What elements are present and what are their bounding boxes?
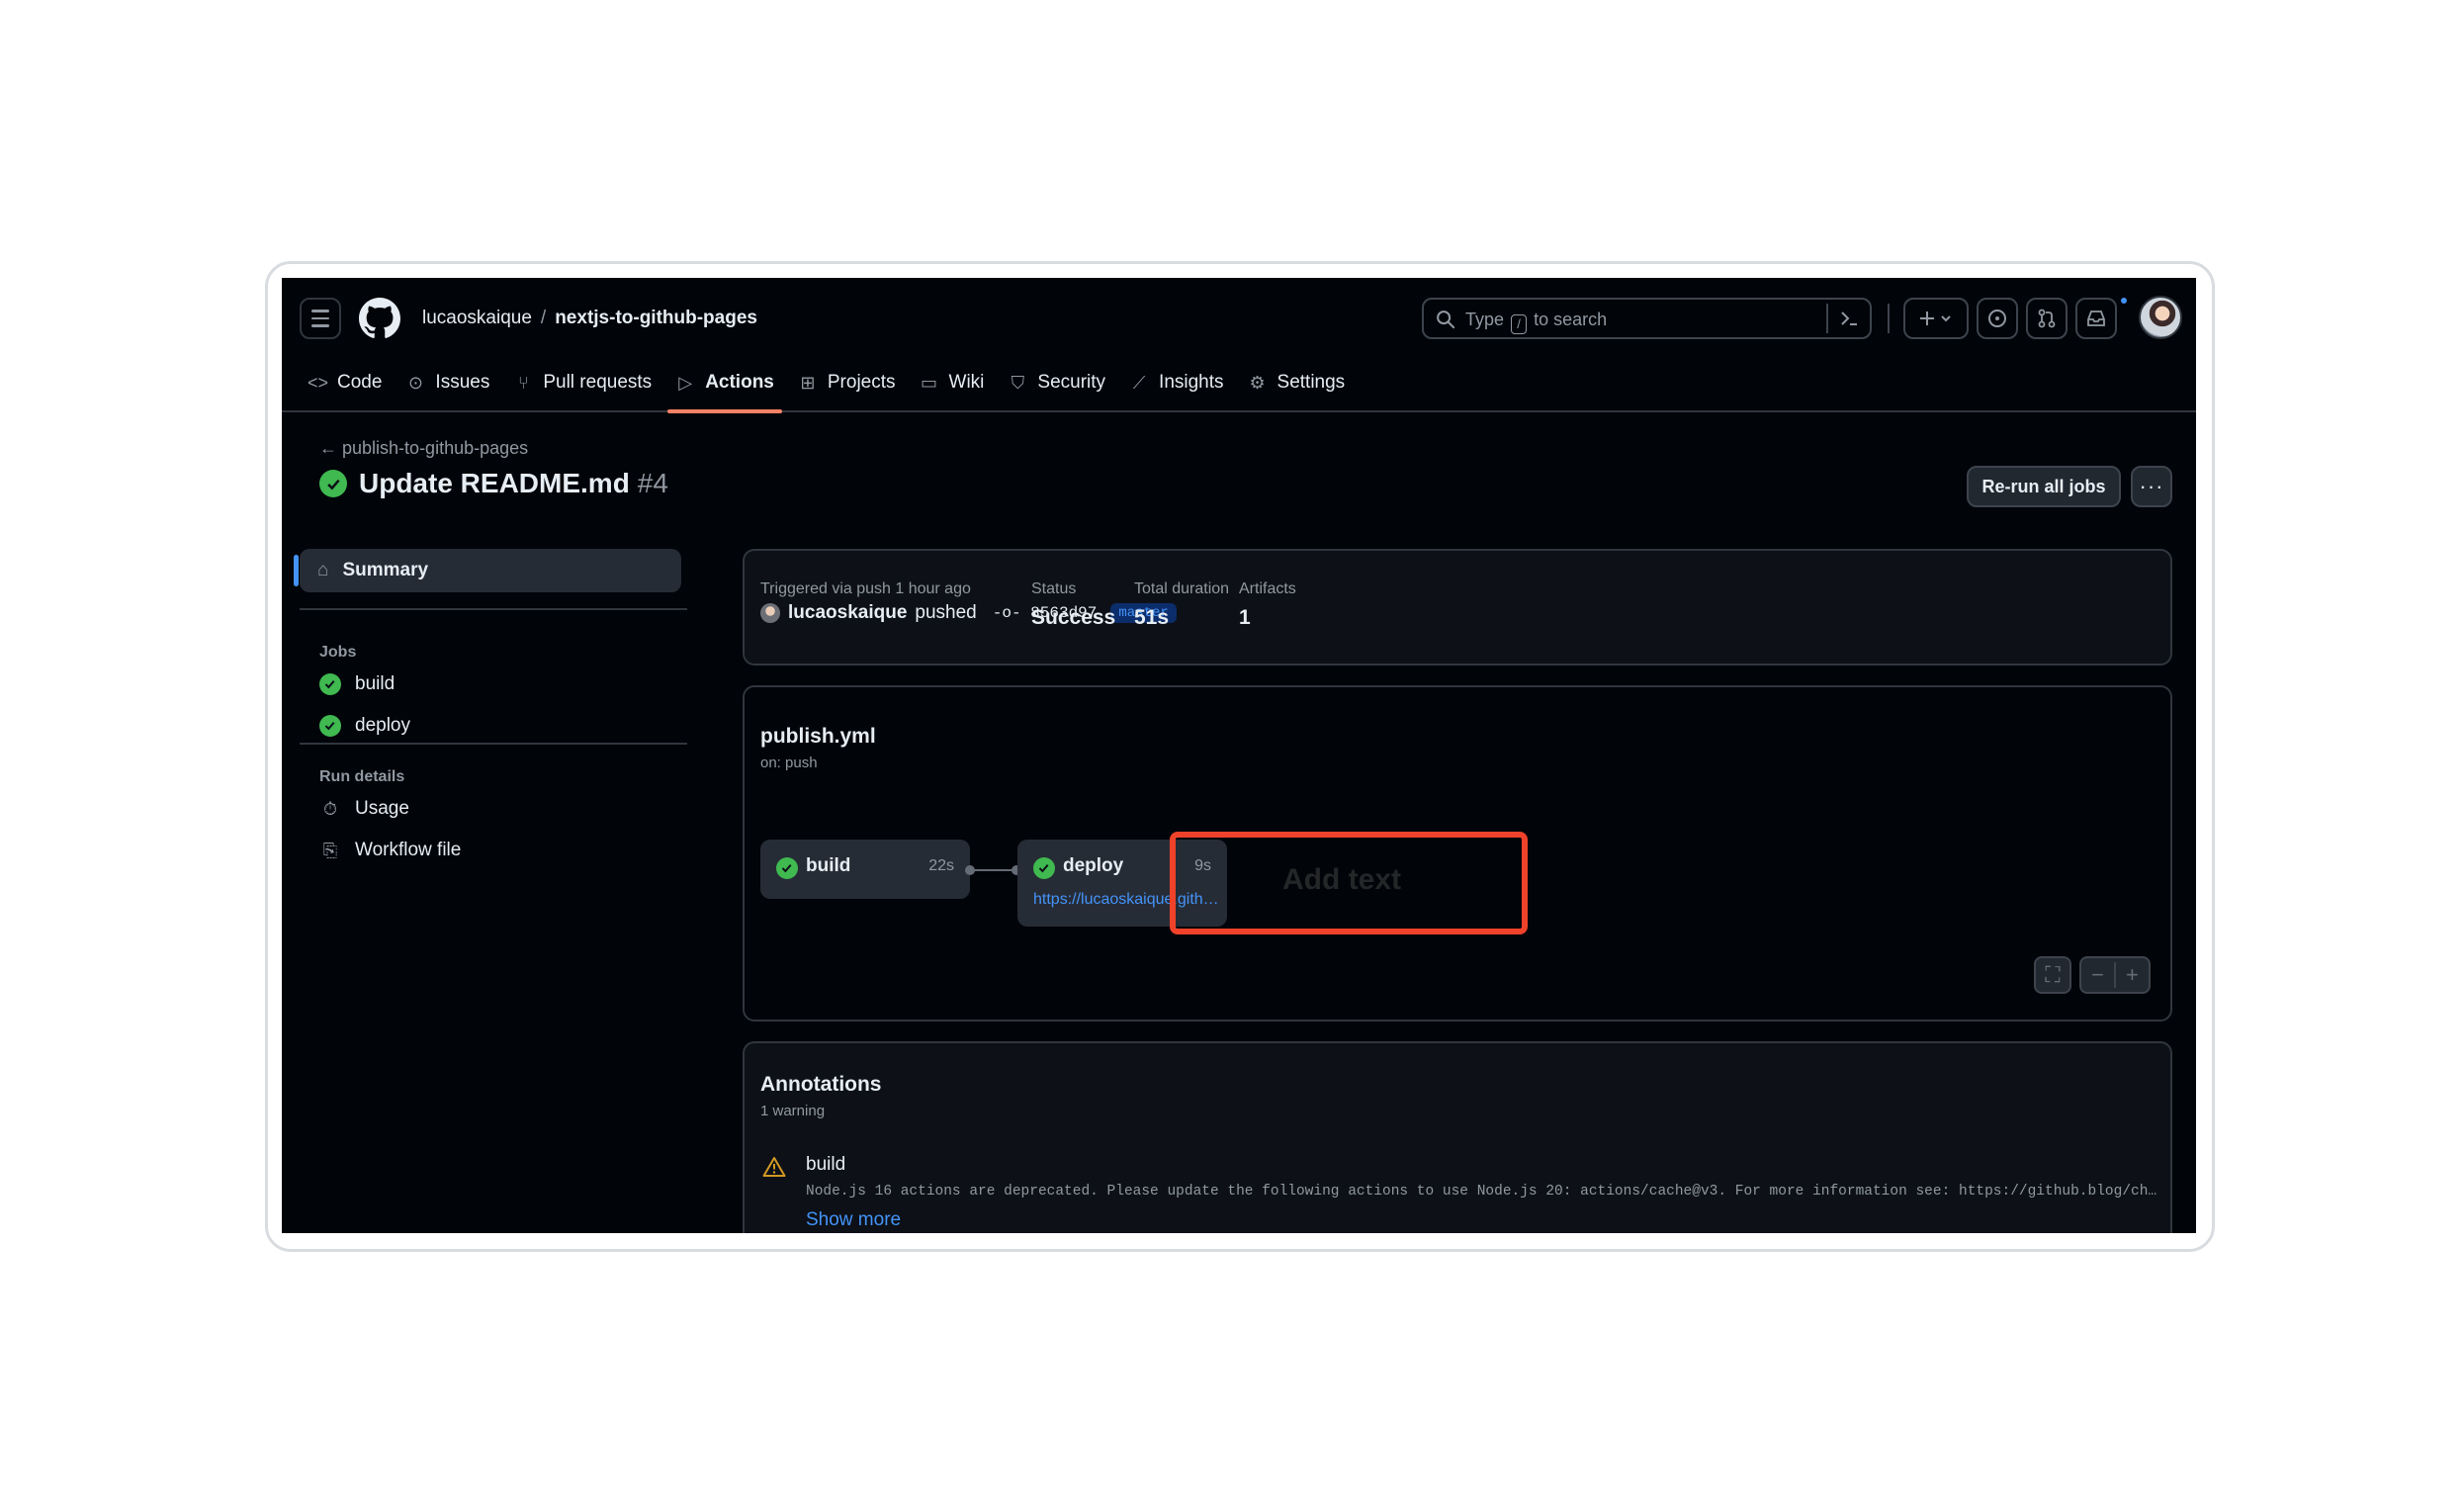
tab-code[interactable]: <> Code <box>296 353 394 412</box>
search-input[interactable]: Type / to search <box>1422 298 1872 339</box>
book-icon: ▭ <box>921 372 938 393</box>
file-code-icon: ⎘ <box>322 840 338 860</box>
tab-security[interactable]: ⛉ Security <box>996 353 1117 412</box>
sidebar-job-deploy[interactable]: deploy <box>319 715 410 737</box>
back-to-workflow-link[interactable]: ← publish-to-github-pages <box>319 438 528 459</box>
arrow-left-icon: ← <box>319 438 337 458</box>
run-title-text: Update README.md <box>359 468 630 498</box>
command-palette-button[interactable] <box>1826 304 1870 333</box>
stopwatch-icon: ⏱ <box>322 798 338 819</box>
search-shortcut-key: / <box>1511 314 1528 334</box>
terminal-icon <box>1841 311 1857 325</box>
inbox-button[interactable] <box>2075 298 2117 339</box>
header-divider <box>1888 304 1890 333</box>
duration-value: 51s <box>1134 606 1170 629</box>
tab-insights[interactable]: ⟋ Insights <box>1117 353 1235 412</box>
sidebar-item-usage[interactable]: ⏱ Usage <box>319 798 409 820</box>
zoom-in-icon[interactable]: + <box>2114 962 2149 988</box>
success-check-icon <box>319 470 347 497</box>
tab-pull-requests[interactable]: ⑂ Pull requests <box>501 353 663 412</box>
menu-icon <box>311 310 329 312</box>
annotations-count: 1 warning <box>760 1103 826 1119</box>
annotation-message: Node.js 16 actions are deprecated. Pleas… <box>806 1184 2160 1200</box>
annotations-title: Annotations <box>760 1073 882 1096</box>
github-logo-icon[interactable] <box>359 298 400 339</box>
inbox-icon <box>2087 311 2105 326</box>
shield-icon: ⛉ <box>1011 372 1025 393</box>
sidebar-divider <box>300 743 687 745</box>
workflow-graph-panel: publish.yml on: push build 22s deploy 9s… <box>743 685 2172 1022</box>
warning-icon <box>762 1157 786 1177</box>
more-options-button[interactable]: ··· <box>2131 466 2172 507</box>
tab-wiki[interactable]: ▭ Wiki <box>908 353 997 412</box>
actor-avatar <box>760 603 780 623</box>
jobs-heading: Jobs <box>319 644 357 661</box>
run-summary-panel: Triggered via push 1 hour ago lucaoskaiq… <box>743 549 2172 666</box>
issues-button[interactable] <box>1977 298 2018 339</box>
actor-link[interactable]: lucaoskaique <box>788 602 907 624</box>
zoom-out-icon[interactable]: − <box>2081 962 2114 988</box>
pull-request-icon: ⑂ <box>517 372 529 393</box>
play-icon: ▷ <box>678 372 693 393</box>
home-icon: ⌂ <box>317 560 329 580</box>
show-more-link[interactable]: Show more <box>806 1209 901 1231</box>
zoom-controls: − + <box>2079 956 2151 994</box>
job-connector <box>970 869 1013 871</box>
gear-icon: ⚙ <box>1249 372 1266 393</box>
success-check-icon <box>1033 857 1055 879</box>
success-check-icon <box>319 673 341 695</box>
success-check-icon <box>776 857 798 879</box>
duration-label: Total duration <box>1134 580 1230 597</box>
issue-icon <box>1988 310 2006 327</box>
fullscreen-button[interactable]: ⛶ <box>2034 956 2071 994</box>
status-label: Status <box>1031 580 1077 597</box>
graph-icon: ⟋ <box>1132 372 1146 393</box>
repo-breadcrumb: lucaoskaique / nextjs-to-github-pages <box>422 308 757 329</box>
fullscreen-icon: ⛶ <box>2045 962 2061 987</box>
annotations-panel: Annotations 1 warning build Node.js 16 a… <box>743 1041 2172 1233</box>
job-node-build[interactable]: build 22s <box>760 840 970 899</box>
repo-link[interactable]: nextjs-to-github-pages <box>555 308 757 328</box>
plus-icon <box>1920 311 1951 325</box>
tab-issues[interactable]: ⊙ Issues <box>394 353 501 412</box>
artifacts-value: 1 <box>1239 606 1251 629</box>
table-icon: ⊞ <box>800 372 816 393</box>
success-check-icon <box>319 715 341 737</box>
top-header: lucaoskaique / nextjs-to-github-pages Type… <box>282 278 2196 413</box>
run-number: #4 <box>637 468 668 498</box>
commit-icon: -o- <box>992 604 1021 622</box>
annotation-job-name[interactable]: build <box>806 1154 845 1176</box>
repo-nav-tabs: <> Code ⊙ Issues ⑂ Pull requests ▷ Actions ⊞… <box>296 353 1358 413</box>
workflow-trigger: on: push <box>760 755 818 771</box>
tab-actions[interactable]: ▷ Actions <box>663 353 786 413</box>
github-actions-run-page: lucaoskaique / nextjs-to-github-pages Type… <box>282 278 2196 1233</box>
notification-indicator <box>2119 296 2129 306</box>
deploy-highlight-box <box>1170 832 1528 934</box>
pull-requests-button[interactable] <box>2026 298 2068 339</box>
code-icon: <> <box>308 372 329 393</box>
trigger-info: Triggered via push 1 hour ago <box>760 580 971 597</box>
status-value: Success <box>1031 606 1116 629</box>
menu-button[interactable] <box>300 298 341 339</box>
sidebar-job-build[interactable]: build <box>319 673 395 695</box>
search-placeholder: Type / to search <box>1465 310 1607 334</box>
tab-settings[interactable]: ⚙ Settings <box>1236 353 1358 412</box>
sidebar-divider <box>300 608 687 610</box>
tab-projects[interactable]: ⊞ Projects <box>786 353 908 412</box>
workflow-name: publish.yml <box>760 725 876 748</box>
search-icon <box>1437 311 1455 329</box>
pull-request-icon <box>2038 309 2056 328</box>
run-details-heading: Run details <box>319 768 405 785</box>
issue-icon: ⊙ <box>407 372 423 393</box>
breadcrumb-separator: / <box>540 308 547 328</box>
sidebar-item-workflow-file[interactable]: ⎘ Workflow file <box>319 840 462 861</box>
run-title: Update README.md #4 <box>319 468 668 499</box>
create-new-button[interactable] <box>1903 298 1969 339</box>
user-avatar[interactable] <box>2139 296 2182 339</box>
rerun-all-jobs-button[interactable]: Re-run all jobs <box>1967 466 2121 507</box>
sidebar-item-summary[interactable]: ⌂ Summary <box>294 549 681 592</box>
owner-link[interactable]: lucaoskaique <box>422 308 532 328</box>
artifacts-label: Artifacts <box>1239 580 1296 597</box>
